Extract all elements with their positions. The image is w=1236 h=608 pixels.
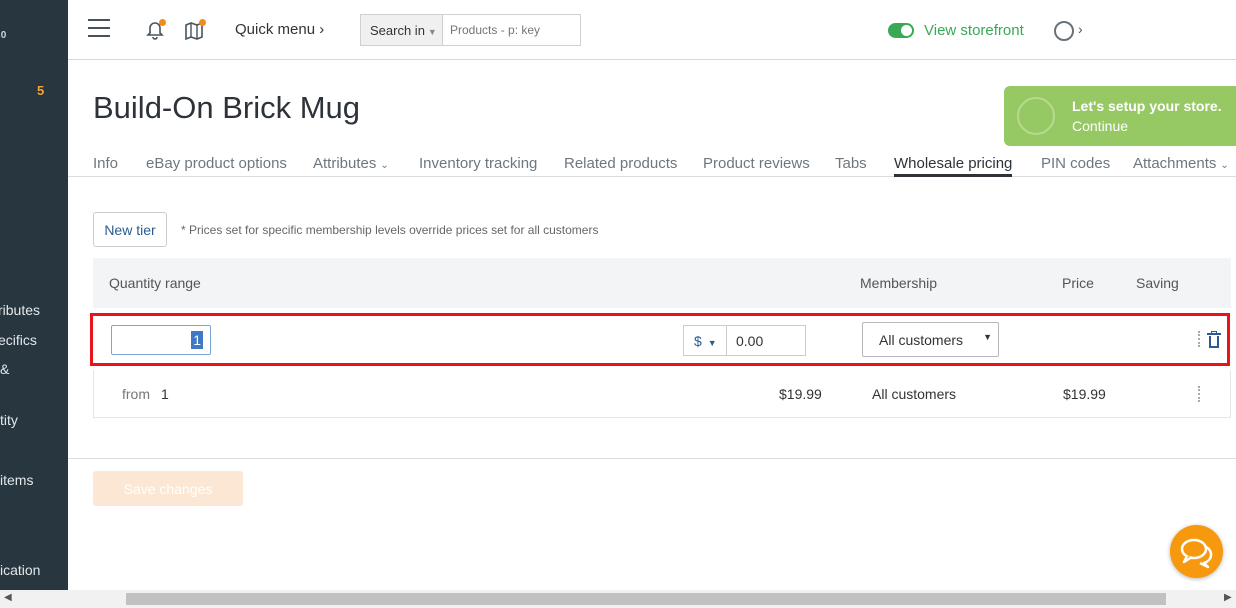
hamburger-menu-icon[interactable] — [88, 19, 110, 37]
tab-pin-codes[interactable]: PIN codes — [1041, 155, 1110, 172]
search-bar: Search in ▼ — [360, 14, 581, 46]
tab-info[interactable]: Info — [93, 155, 118, 172]
search-scope-select[interactable]: Search in ▼ — [361, 15, 443, 45]
chevron-down-icon: ⌄ — [1220, 160, 1229, 171]
tab-label: Attachments — [1133, 155, 1217, 172]
top-header: Quick menu › Search in▼ View storefront … — [68, 0, 1236, 60]
row-actions-kebab-icon[interactable] — [1198, 386, 1200, 402]
sidebar-badge: 5 — [37, 83, 45, 98]
currency-label: $ — [694, 333, 702, 349]
storefront-toggle[interactable] — [888, 23, 914, 38]
save-changes-button[interactable]: Save changes — [93, 471, 243, 506]
tab-inventory-tracking[interactable]: Inventory tracking — [419, 155, 537, 172]
sidebar-item-notification[interactable]: ication — [0, 562, 40, 578]
tab-label: Attributes — [313, 155, 377, 172]
row-price: $19.99 — [1063, 386, 1106, 402]
caret-down-icon: ▼ — [707, 338, 717, 348]
column-header-quantity-range: Quantity range — [109, 275, 201, 291]
caret-down-icon: ▼ — [427, 27, 437, 37]
tab-related-products[interactable]: Related products — [564, 155, 677, 172]
search-scope-label: Search in — [370, 23, 425, 38]
column-header-saving: Saving — [1136, 275, 1179, 291]
delete-trash-icon[interactable] — [1207, 331, 1221, 348]
membership-select[interactable]: All customers ▼ — [862, 322, 999, 357]
price-input[interactable]: 0.00 — [726, 325, 806, 356]
tab-ebay-product-options[interactable]: eBay product options — [146, 155, 287, 172]
store-map-icon[interactable] — [184, 19, 206, 41]
tab-product-reviews[interactable]: Product reviews — [703, 155, 810, 172]
tab-label: Related products — [564, 155, 678, 172]
caret-down-icon: ▼ — [983, 332, 992, 342]
page-title: Build-On Brick Mug — [93, 90, 361, 125]
notifications-bell-icon[interactable] — [144, 19, 166, 41]
row-from-label: from — [122, 386, 150, 402]
divider — [68, 458, 1236, 459]
membership-select-label: All customers — [879, 332, 964, 348]
scroll-left-arrow-icon[interactable]: ◀ — [4, 592, 12, 603]
tab-label: Product reviews — [703, 155, 810, 172]
tab-label: eBay product options — [146, 155, 287, 172]
new-tier-edit-row — [93, 308, 1231, 366]
tab-label: Wholesale pricing — [894, 155, 1013, 172]
tab-wholesale-pricing[interactable]: Wholesale pricing — [894, 155, 1013, 177]
view-storefront-link[interactable]: View storefront — [924, 22, 1024, 39]
setup-banner-title: Let's setup your store. — [1072, 98, 1222, 114]
tab-label: Tabs — [835, 155, 867, 172]
setup-banner-continue[interactable]: Continue — [1072, 118, 1128, 134]
user-avatar-icon[interactable] — [1054, 21, 1074, 41]
membership-override-note: * Prices set for specific membership lev… — [181, 223, 599, 237]
sidebar-item-specifics[interactable]: ecifics — [0, 332, 37, 348]
horizontal-scrollbar[interactable]: ◀ ▶ — [0, 590, 1236, 608]
chevron-down-icon: ⌄ — [380, 160, 389, 171]
sidebar-item-attributes[interactable]: ributes — [0, 302, 40, 318]
row-base-price: $19.99 — [779, 386, 822, 402]
quantity-from-input[interactable]: 1 — [111, 325, 211, 355]
tab-attachments[interactable]: Attachments ⌄ — [1133, 155, 1229, 172]
search-input[interactable] — [443, 15, 579, 45]
table-header: Quantity range Membership Price Saving — [93, 258, 1231, 308]
scroll-right-arrow-icon[interactable]: ▶ — [1224, 592, 1232, 603]
row-membership: All customers — [872, 386, 957, 402]
sidebar: .0 5 ributes ecifics & tity items icatio… — [0, 0, 68, 590]
table-row — [93, 370, 1231, 418]
currency-select[interactable]: $ ▼ — [683, 325, 727, 356]
user-menu-chevron-icon[interactable]: › — [1078, 21, 1083, 37]
version-label: .0 — [0, 30, 7, 41]
row-actions-kebab-icon[interactable] — [1198, 331, 1200, 347]
scrollbar-thumb[interactable] — [126, 593, 1166, 605]
progress-ring-icon — [1017, 97, 1055, 135]
setup-store-banner[interactable]: Let's setup your store. Continue — [1004, 86, 1236, 146]
row-from-value: 1 — [161, 386, 169, 402]
column-header-membership: Membership — [860, 275, 938, 291]
column-header-price: Price — [1062, 275, 1094, 291]
chat-support-icon[interactable] — [1170, 525, 1223, 578]
quantity-value: 1 — [191, 331, 203, 349]
tab-label: PIN codes — [1041, 155, 1111, 172]
sidebar-item-items[interactable]: items — [0, 472, 33, 488]
sidebar-item-quantity[interactable]: tity — [0, 412, 18, 428]
tab-attributes[interactable]: Attributes ⌄ — [313, 155, 389, 172]
sidebar-item-amp[interactable]: & — [0, 361, 9, 377]
new-tier-button[interactable]: New tier — [93, 212, 167, 247]
product-tabs: Info eBay product options Attributes ⌄ In… — [68, 150, 1236, 177]
tab-label: Info — [93, 155, 119, 172]
tab-tabs[interactable]: Tabs — [835, 155, 867, 172]
quick-menu-link[interactable]: Quick menu › — [235, 21, 324, 38]
tab-label: Inventory tracking — [419, 155, 538, 172]
